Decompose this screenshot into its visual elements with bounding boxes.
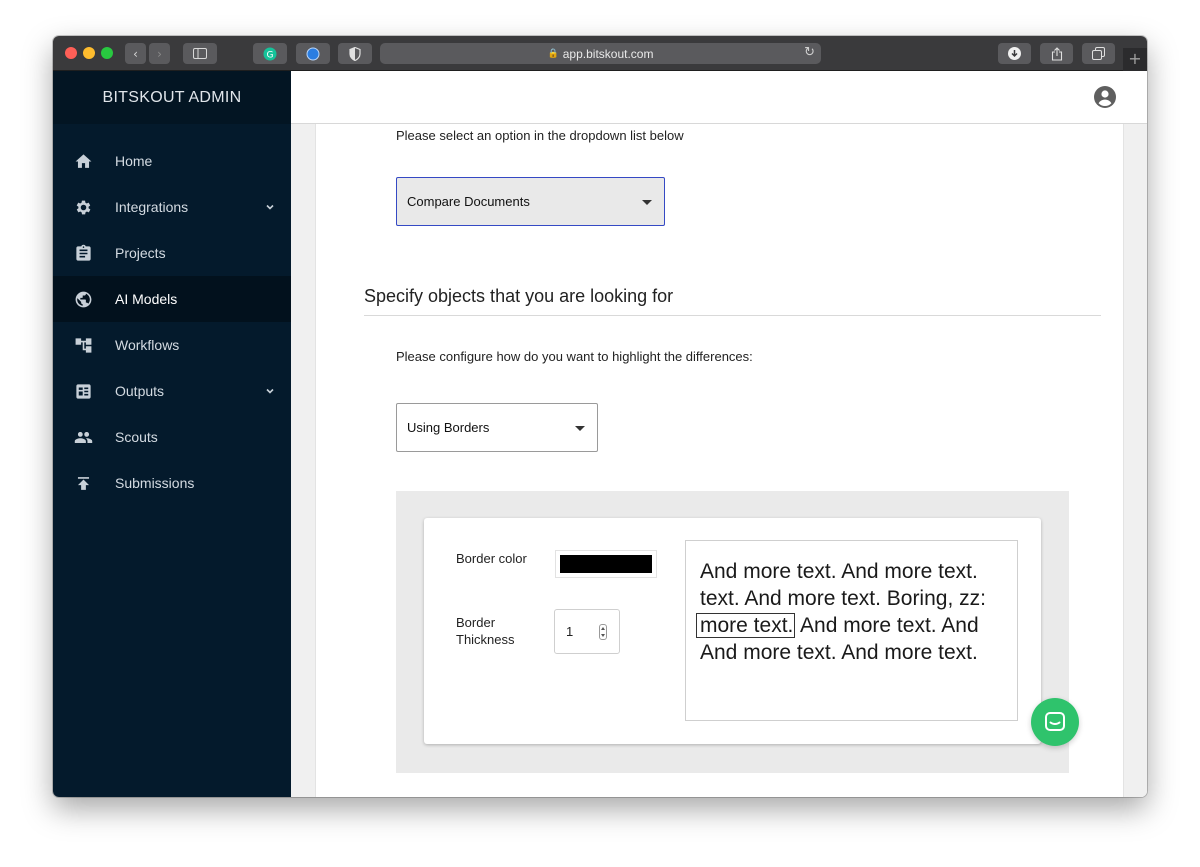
sidebar: BITSKOUT ADMIN Home Integrations Project… [53,71,291,797]
border-thickness-input[interactable]: 1 [554,609,620,654]
grammarly-extension-icon[interactable]: G [253,43,287,64]
section-divider [364,315,1101,316]
highlight-settings-card: Border color Border Thickness 1 And more… [424,518,1041,744]
sidebar-item-label: AI Models [115,291,178,307]
browser-window: ‹ › G 🔒 app.bitskout.com ↻ + BITSKOUT AD… [53,36,1147,797]
chat-support-button[interactable] [1031,698,1079,746]
account-avatar-icon[interactable] [1093,85,1117,109]
sample-text-line: text. And more text. Boring, zz: [700,587,986,610]
sample-text-line: And more text. And more text. [700,560,978,583]
dropdown-arrow-icon [575,425,585,431]
tabs-overview-icon[interactable] [1082,43,1115,64]
share-icon[interactable] [1040,43,1073,64]
browser-titlebar: ‹ › G 🔒 app.bitskout.com ↻ + [53,36,1147,71]
chevron-down-icon [265,383,275,394]
zoom-window-button[interactable] [101,47,113,59]
back-icon[interactable]: ‹ [125,43,146,64]
sidebar-item-workflows[interactable]: Workflows [53,322,291,368]
people-icon [73,427,93,447]
highlight-mode-select-value: Using Borders [407,420,490,435]
border-color-label: Border color [456,551,527,566]
sidebar-item-label: Projects [115,245,166,261]
section-title: Specify objects that you are looking for [364,286,674,306]
sidebar-item-ai-models[interactable]: AI Models [53,276,291,322]
chevron-down-icon [265,199,275,210]
sidebar-toggle-icon[interactable] [183,43,217,64]
sidebar-item-label: Workflows [115,337,180,353]
forward-icon[interactable]: › [149,43,170,64]
gear-icon [73,197,93,217]
border-color-picker[interactable] [555,550,657,578]
sidebar-item-label: Outputs [115,383,165,399]
minimize-window-button[interactable] [83,47,95,59]
svg-text:G: G [267,50,274,60]
sidebar-item-label: Integrations [115,199,189,215]
extension-globe-icon[interactable] [296,43,330,64]
close-window-button[interactable] [65,47,77,59]
brand-title: BITSKOUT ADMIN [53,71,291,124]
highlight-sample-preview: And more text. And more text. text. And … [685,540,1018,721]
sidebar-item-submissions[interactable]: Submissions [53,460,291,506]
highlight-preview-panel: Border color Border Thickness 1 And more… [396,491,1069,773]
url-text: app.bitskout.com [562,46,654,61]
top-app-bar [291,71,1147,124]
sample-text-line: more text. And more text. And [696,612,979,639]
select-hint-text: Please select an option in the dropdown … [396,128,684,143]
downloads-icon[interactable] [998,43,1031,64]
clipboard-icon [73,243,93,263]
sidebar-item-label: Scouts [115,429,158,445]
dashboard-icon [73,381,93,401]
number-stepper-icon[interactable] [599,624,607,640]
address-bar[interactable]: 🔒 app.bitskout.com ↻ [380,43,821,64]
border-thickness-value: 1 [566,624,574,639]
reload-icon[interactable]: ↻ [804,45,815,60]
sidebar-item-label: Submissions [115,475,195,491]
lock-icon: 🔒 [547,48,559,58]
sidebar-item-scouts[interactable]: Scouts [53,414,291,460]
home-icon [73,151,93,171]
new-tab-button[interactable]: + [1123,48,1147,71]
model-type-select[interactable]: Compare Documents [396,177,665,226]
highlight-hint-text: Please configure how do you want to high… [396,349,753,364]
privacy-shield-icon[interactable] [338,43,372,64]
sidebar-item-home[interactable]: Home [53,138,291,184]
chat-icon [1045,712,1065,731]
configuration-card: Please select an option in the dropdown … [315,124,1124,797]
sidebar-item-integrations[interactable]: Integrations [53,184,291,230]
sample-text-line: And more text. And more text. [700,641,978,664]
globe-icon [73,289,93,309]
main-content: Please select an option in the dropdown … [291,124,1147,797]
border-color-swatch [560,555,652,573]
border-thickness-label: Border Thickness [456,615,515,647]
workflow-icon [73,335,93,355]
highlighted-difference: more text. [696,613,796,638]
sidebar-item-projects[interactable]: Projects [53,230,291,276]
sidebar-nav: Home Integrations Projects AI Models Wor… [53,138,291,506]
sidebar-item-label: Home [115,153,153,169]
sample-text-fragment: And more text. And [795,614,979,637]
sidebar-item-outputs[interactable]: Outputs [53,368,291,414]
dropdown-arrow-icon [642,199,652,205]
model-type-select-value: Compare Documents [407,194,530,209]
highlight-mode-select[interactable]: Using Borders [396,403,598,452]
upload-icon [73,473,93,493]
